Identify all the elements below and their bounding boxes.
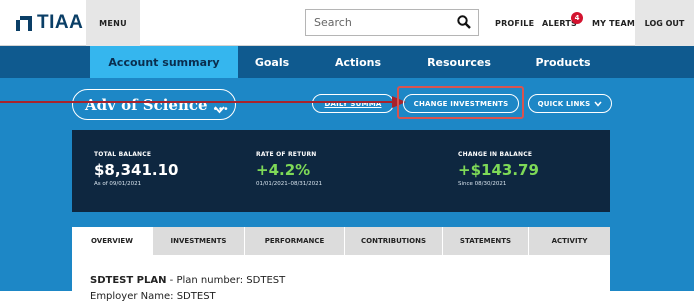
tab-goals[interactable]: Goals [238, 46, 306, 78]
total-balance-value: $8,341.10 [94, 161, 179, 179]
chevron-down-icon [594, 101, 602, 107]
search-icon[interactable] [457, 15, 471, 29]
search-input[interactable]: Search [305, 9, 479, 36]
tab-resources[interactable]: Resources [416, 46, 502, 78]
tab-products[interactable]: Products [520, 46, 606, 78]
change-in-balance-since: Since 08/30/2021 [458, 181, 507, 187]
tab-actions[interactable]: Actions [320, 46, 396, 78]
rate-of-return-period: 01/01/2021–08/31/2021 [256, 181, 323, 187]
plan-name: SDTEST PLAN [90, 275, 167, 286]
quick-links-label: QUICK LINKS [537, 99, 591, 108]
rate-of-return-value: +4.2% [256, 161, 311, 179]
tab-activity[interactable]: ACTIVITY [528, 227, 610, 255]
employer-name: Employer Name: SDTEST [90, 291, 216, 302]
pointer-arrow [0, 96, 406, 108]
tab-overview[interactable]: OVERVIEW [72, 227, 152, 255]
quick-links-button[interactable]: QUICK LINKS [528, 94, 612, 113]
tab-account-summary[interactable]: Account summary [90, 46, 238, 78]
tiaa-logo-icon [16, 15, 32, 31]
search-placeholder: Search [314, 16, 352, 29]
rate-of-return-label: RATE OF RETURN [256, 151, 317, 158]
plan-number: - Plan number: SDTEST [166, 275, 286, 286]
my-team-link[interactable]: MY TEAM [592, 0, 635, 46]
total-balance-label: TOTAL BALANCE [94, 151, 152, 158]
alerts-link[interactable]: ALERTS [542, 0, 577, 46]
menu-button[interactable]: MENU [86, 0, 140, 46]
plan-info-line: SDTEST PLAN - Plan number: SDTEST [90, 275, 285, 286]
tiaa-logo[interactable]: TIAA [0, 0, 86, 46]
balance-panel: TOTAL BALANCE $8,341.10 As of 09/01/2021… [72, 130, 610, 212]
total-balance-date: As of 09/01/2021 [94, 181, 142, 187]
tab-investments[interactable]: INVESTMENTS [152, 227, 244, 255]
tab-performance[interactable]: PERFORMANCE [244, 227, 344, 255]
highlight-frame [397, 86, 524, 119]
tab-contributions[interactable]: CONTRIBUTIONS [344, 227, 442, 255]
profile-link[interactable]: PROFILE [495, 0, 534, 46]
alerts-count-badge: 4 [571, 12, 583, 24]
logo-text: TIAA [37, 12, 84, 33]
change-in-balance-value: +$143.79 [458, 161, 539, 179]
tab-statements[interactable]: STATEMENTS [442, 227, 528, 255]
log-out-button[interactable]: LOG OUT [635, 0, 694, 46]
change-in-balance-label: CHANGE IN BALANCE [458, 151, 533, 158]
